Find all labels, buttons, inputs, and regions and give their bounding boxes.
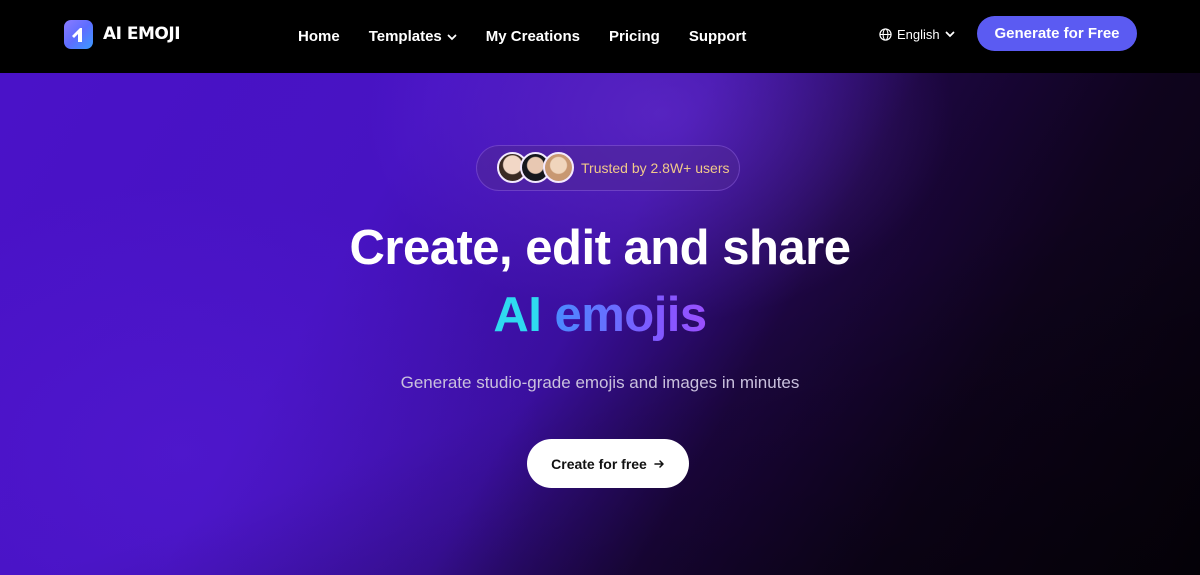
generate-for-free-button[interactable]: Generate for Free bbox=[977, 16, 1137, 51]
main-nav: Home Templates My Creations Pricing Supp… bbox=[298, 0, 746, 73]
chevron-down-icon bbox=[447, 34, 457, 40]
create-for-free-button[interactable]: Create for free bbox=[527, 439, 689, 488]
nav-item-pricing[interactable]: Pricing bbox=[609, 28, 660, 45]
trusted-by-badge: Trusted by 2.8W+ users bbox=[476, 145, 740, 191]
nav-item-my-creations[interactable]: My Creations bbox=[486, 28, 580, 45]
hero-section: Trusted by 2.8W+ users Create, edit and … bbox=[0, 73, 1200, 575]
top-navbar: AI EMOJI Home Templates My Creations Pri… bbox=[0, 0, 1200, 73]
create-for-free-label: Create for free bbox=[551, 455, 647, 472]
headline-ai-word: AI bbox=[493, 288, 542, 342]
globe-icon bbox=[879, 27, 892, 41]
nav-item-templates-label: Templates bbox=[368, 28, 442, 45]
badge-text: Trusted by 2.8W+ users bbox=[581, 160, 730, 176]
chevron-down-icon bbox=[945, 31, 955, 38]
language-selector[interactable]: English bbox=[879, 24, 955, 44]
avatar bbox=[543, 152, 574, 183]
nav-item-templates[interactable]: Templates bbox=[369, 28, 457, 45]
nav-item-home[interactable]: Home bbox=[298, 28, 340, 45]
nav-item-support[interactable]: Support bbox=[689, 28, 747, 45]
hero-headline-highlight: AI emojis bbox=[0, 287, 1200, 343]
hero-subtitle: Generate studio-grade emojis and images … bbox=[400, 373, 800, 392]
brand-name: AI EMOJI bbox=[103, 24, 181, 44]
logo-mark-icon bbox=[64, 19, 93, 49]
arrow-right-icon bbox=[654, 459, 664, 468]
headline-emojis-word: emojis bbox=[554, 288, 707, 342]
hero-headline: Create, edit and share bbox=[349, 221, 851, 275]
language-label: English bbox=[897, 26, 940, 42]
user-avatars bbox=[497, 152, 575, 184]
brand-logo[interactable]: AI EMOJI bbox=[64, 19, 181, 49]
